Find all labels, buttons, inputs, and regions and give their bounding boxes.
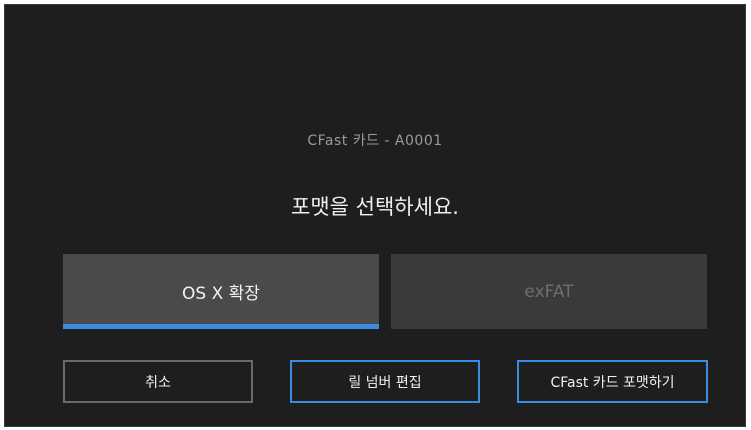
format-card-button-label: CFast 카드 포맷하기 [550, 374, 675, 391]
edit-reel-number-button[interactable]: 릴 넘버 편집 [290, 360, 480, 403]
cancel-button[interactable]: 취소 [63, 360, 253, 403]
format-option-exfat[interactable]: exFAT [391, 254, 707, 329]
selected-indicator [63, 324, 379, 329]
format-dialog-screen: CFast 카드 - A0001 포맷을 선택하세요. OS X 확장 exFA… [4, 4, 746, 427]
edit-reel-number-button-label: 릴 넘버 편집 [348, 374, 422, 391]
format-option-label: OS X 확장 [182, 284, 260, 304]
format-option-label: exFAT [524, 281, 574, 302]
card-label: CFast 카드 - A0001 [307, 133, 443, 149]
format-card-button[interactable]: CFast 카드 포맷하기 [517, 360, 708, 403]
format-prompt: 포맷을 선택하세요. [291, 195, 459, 219]
format-option-osx-extended[interactable]: OS X 확장 [63, 254, 379, 329]
cancel-button-label: 취소 [145, 374, 171, 391]
